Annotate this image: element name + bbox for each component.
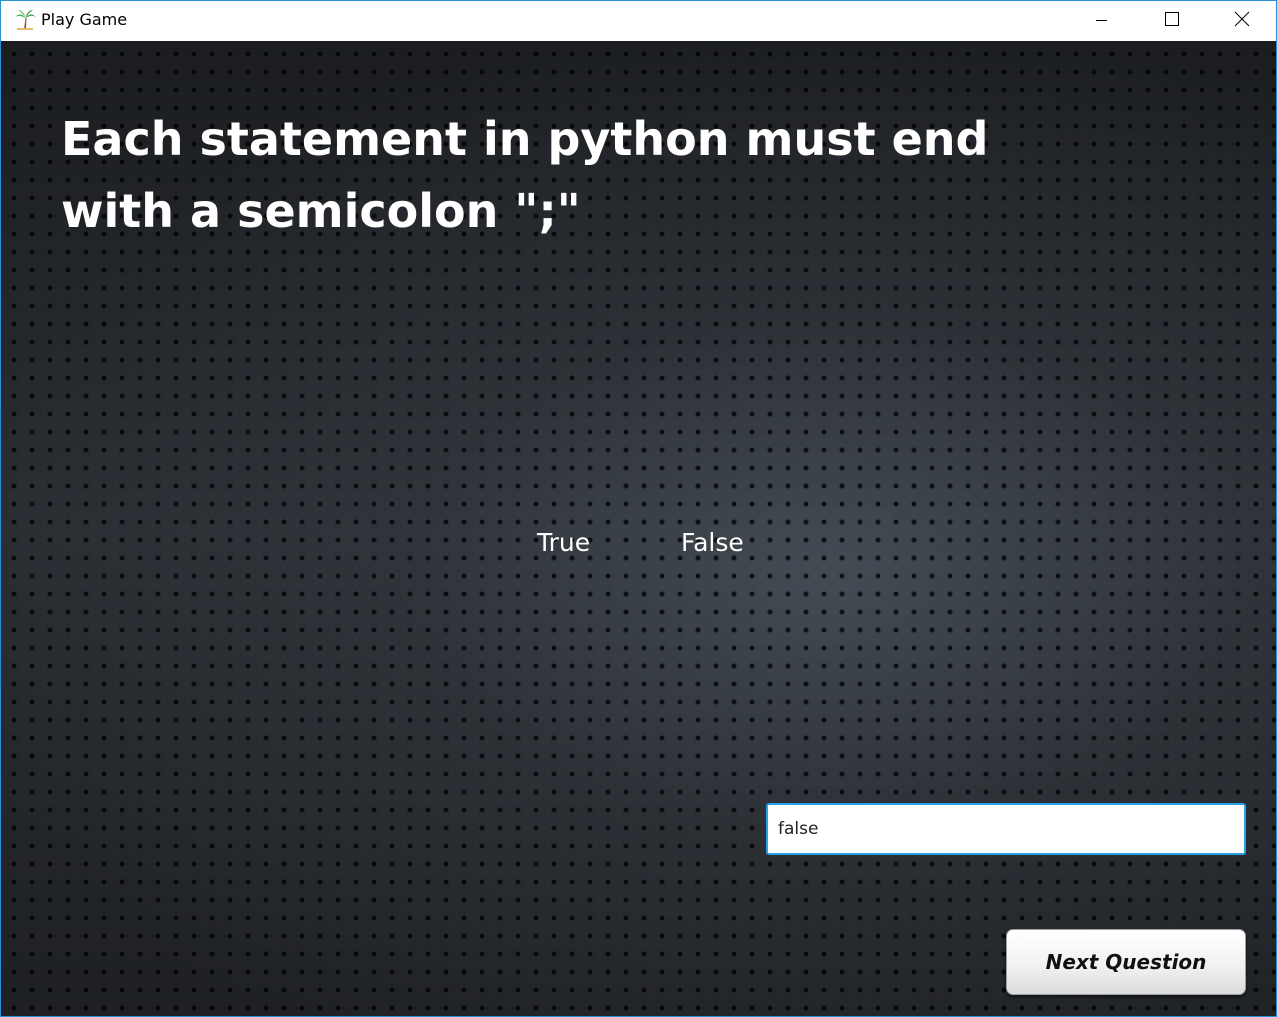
close-icon (1234, 11, 1250, 27)
palm-tree-icon (13, 7, 37, 31)
option-true[interactable]: True (537, 528, 590, 557)
title-bar[interactable]: Play Game (1, 1, 1276, 40)
close-button[interactable] (1206, 1, 1276, 40)
minimize-icon (1096, 20, 1107, 21)
maximize-button[interactable] (1136, 1, 1206, 40)
answer-input[interactable] (766, 803, 1246, 855)
game-panel: Each statement in python must end with a… (1, 41, 1276, 1016)
window-title: Play Game (41, 10, 128, 29)
option-false[interactable]: False (681, 528, 744, 557)
minimize-button[interactable] (1066, 1, 1136, 40)
next-question-button[interactable]: Next Question (1006, 929, 1246, 995)
question-text: Each statement in python must end with a… (61, 112, 989, 238)
game-window: Play Game Each statement in python must … (0, 0, 1277, 1017)
maximize-icon (1165, 12, 1179, 26)
